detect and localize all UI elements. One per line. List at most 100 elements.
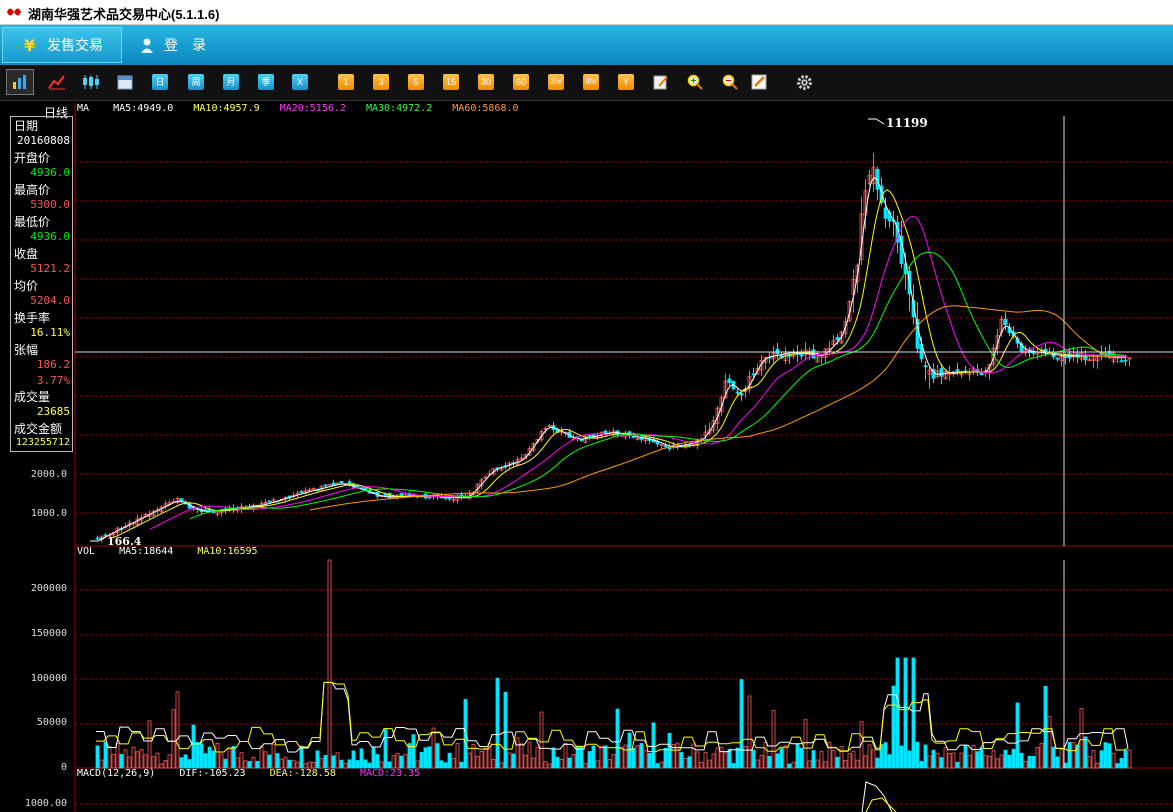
volume-bar [587, 751, 592, 769]
volume-bar [355, 760, 360, 769]
volume-bar [1023, 761, 1028, 769]
volume-bar [383, 729, 388, 769]
ma10-legend: MA10:4957.9 [193, 103, 260, 114]
volume-bar [775, 753, 780, 769]
volume-bar [727, 748, 732, 769]
volume-bar [219, 753, 224, 769]
volume-bar [547, 763, 552, 769]
volume-bar [291, 759, 296, 769]
volume-bar [783, 745, 788, 769]
volume-bar [899, 745, 904, 769]
volume-bar [635, 745, 640, 769]
volume-bar [863, 755, 868, 769]
volume-bar [663, 747, 668, 769]
vol-tick-50000: 50000 [36, 717, 67, 728]
candlestick-body [923, 365, 928, 368]
volume-bar [991, 750, 996, 769]
volume-bar [855, 759, 860, 769]
vol-tick-150000: 150000 [30, 628, 67, 639]
candlestick-body [735, 391, 740, 394]
volume-bar [1055, 756, 1060, 769]
volume-bar [1127, 749, 1132, 769]
candlestick-body [299, 491, 304, 493]
volume-bar [479, 751, 484, 769]
volume-bar [1107, 743, 1112, 769]
volume-bar [891, 685, 896, 769]
volume-bar [723, 752, 728, 769]
volume-bar [1051, 746, 1056, 769]
ma60-legend: MA60:5868.0 [452, 103, 519, 114]
volume-bar [623, 744, 628, 769]
volume-bar [935, 752, 940, 769]
candlestick-body [427, 496, 432, 499]
volume-bar [755, 759, 760, 769]
volume-bar [1011, 748, 1016, 769]
price-tick-1000: 1000.0 [30, 508, 67, 519]
price-tick-2000: 2000.0 [30, 469, 67, 480]
ma20-legend: MA20:5156.2 [279, 103, 346, 114]
volume-bar [315, 750, 320, 769]
volume-bar [207, 746, 212, 769]
volume-bar [567, 757, 572, 769]
change-value: 186.2 [36, 358, 70, 371]
volume-bar [151, 756, 156, 769]
ma10-line [109, 189, 1128, 539]
volume-bar [347, 759, 352, 769]
volume-bar [139, 749, 144, 769]
high-value: 5300.0 [30, 198, 70, 211]
volume-bar [339, 759, 344, 769]
volume-bar [227, 748, 232, 769]
volume-bar [799, 747, 804, 769]
volume-bar [167, 754, 172, 769]
volume-bar [171, 709, 176, 769]
volume-bar [211, 750, 216, 769]
volume-bar [415, 760, 420, 769]
volume-bar [191, 724, 196, 769]
volume-bar [471, 743, 476, 769]
volume-value: 23685 [36, 405, 70, 418]
volume-bar [787, 763, 792, 769]
volume-bar [1079, 708, 1084, 769]
volume-bar [275, 753, 280, 769]
volume-bar [391, 755, 396, 769]
candlestick-body [751, 373, 756, 376]
volume-bar [1111, 752, 1116, 769]
turnover-value: 16.11% [30, 326, 70, 339]
quote-info-panel: 日期 20160808 开盘价 4936.0 最高价 5300.0 最低价 49… [10, 116, 73, 452]
volume-bar [983, 754, 988, 769]
candlestick-body [267, 500, 272, 503]
volume-bar [1071, 742, 1076, 769]
volume-bar [95, 745, 100, 769]
low-label: 最低价 [14, 215, 51, 229]
volume-bar [947, 753, 952, 769]
volume-bar [759, 755, 764, 769]
volume-bar [715, 747, 720, 769]
volume-bar [555, 756, 560, 769]
volume-bar [407, 743, 412, 769]
volume-bar [419, 751, 424, 769]
volume-bar [1003, 749, 1008, 769]
ma5-legend: MA5:4949.0 [113, 103, 174, 114]
volume-bar [835, 756, 840, 769]
kline-chart[interactable] [0, 0, 1173, 812]
volume-bar [239, 752, 244, 769]
volume-bar [619, 746, 624, 769]
volume-bar [919, 761, 924, 769]
volume-bar [763, 742, 768, 769]
date-value: 20160808 [17, 134, 70, 147]
date-label: 日期 [14, 119, 39, 133]
volume-bar [223, 758, 228, 769]
volume-bar [111, 753, 116, 769]
open-label: 开盘价 [14, 151, 51, 165]
volume-bar [871, 749, 876, 769]
volume-bar [595, 760, 600, 769]
volume-bar [1095, 762, 1100, 769]
volume-bar [643, 750, 648, 769]
candlestick-body [383, 494, 388, 496]
candlestick-body [579, 439, 584, 442]
volume-bar [507, 752, 512, 769]
volume-bar [123, 749, 128, 769]
volume-bar [1031, 756, 1036, 769]
candlestick-body [603, 430, 608, 435]
volume-bar [499, 762, 504, 769]
